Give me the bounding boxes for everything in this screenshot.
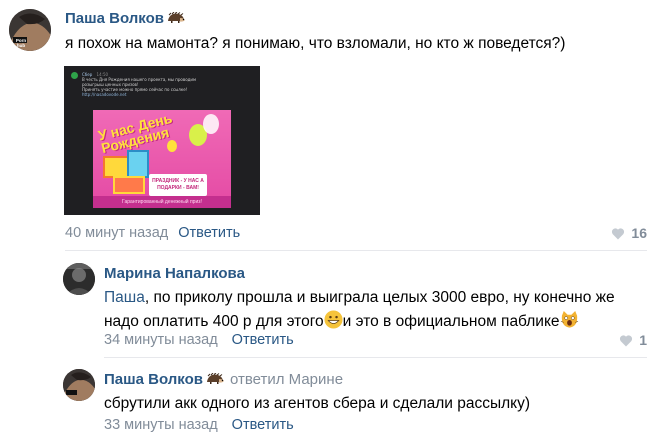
comment-text: я похож на мамонта? я понимаю, что взлом… xyxy=(65,35,566,52)
gift-shape xyxy=(113,176,145,194)
gift-shape xyxy=(127,150,149,178)
avatar-image xyxy=(63,369,95,401)
comment-meta: 40 минут назад Ответить xyxy=(65,225,240,241)
balloon-shape xyxy=(167,140,177,152)
comment-meta: 34 минуты назад Ответить xyxy=(104,332,294,348)
reply-button[interactable]: Ответить xyxy=(232,332,294,348)
author-name[interactable]: Паша Волков xyxy=(104,371,203,388)
like-count: 16 xyxy=(631,225,647,241)
comment-text: Паша, по приколу прошла и выиграла целых… xyxy=(104,286,649,334)
comment-author: Паша Волков ответил Марине xyxy=(104,371,343,388)
author-name[interactable]: Паша Волков xyxy=(65,10,164,27)
avatar[interactable] xyxy=(63,263,95,295)
gift-shape xyxy=(103,156,129,178)
poster-banner: ПРАЗДНИК - У НАС А ПОДАРКИ - ВАМ! xyxy=(149,174,207,196)
screaming-cat-emoji xyxy=(560,311,578,328)
text-part: , по приколу прошла и выиграла целых 300… xyxy=(144,289,615,306)
attached-message-header: Сбер 14:50 В честь Дня Рождения нашего п… xyxy=(71,72,252,97)
like-button[interactable]: 1 xyxy=(619,332,647,348)
promo-poster: У нас День Рождения ПРАЗДНИК - У НАС А П… xyxy=(93,110,231,208)
avatar-badge: Porn hub xyxy=(15,38,27,48)
grinning-emoji xyxy=(324,310,343,329)
heart-icon xyxy=(619,334,633,347)
comment-time[interactable]: 34 минуты назад xyxy=(104,332,218,348)
hedgehog-icon xyxy=(167,12,185,23)
comment-text: сбрутили акк одного из агентов сбера и с… xyxy=(104,395,531,412)
heart-icon xyxy=(611,227,625,240)
like-button[interactable]: 16 xyxy=(611,225,647,241)
poster-footer: Гарантированный денежный приз! xyxy=(93,196,231,208)
avatar-image xyxy=(63,263,95,295)
avatar[interactable] xyxy=(63,369,95,401)
comment-meta: 33 минуты назад Ответить xyxy=(104,417,294,433)
sber-logo-icon xyxy=(71,72,78,79)
hedgehog-icon xyxy=(206,373,224,384)
comment-time[interactable]: 40 минут назад xyxy=(65,225,168,241)
comment-author[interactable]: Паша Волков xyxy=(65,10,185,27)
reply-button[interactable]: Ответить xyxy=(178,225,240,241)
reply-to-link[interactable]: ответил Марине xyxy=(230,371,343,388)
text-part: надо оплатить 400 р для этого xyxy=(104,313,324,330)
reply-button[interactable]: Ответить xyxy=(232,417,294,433)
mention-link[interactable]: Паша xyxy=(104,289,145,306)
divider xyxy=(104,357,647,358)
attached-image[interactable]: Сбер 14:50 В честь Дня Рождения нашего п… xyxy=(64,66,260,215)
attached-url: http://nasadovode.net xyxy=(82,92,127,97)
poster-title: У нас День Рождения xyxy=(96,110,174,157)
divider xyxy=(65,250,647,251)
comment-author[interactable]: Марина Напалкова xyxy=(104,265,245,282)
like-count: 1 xyxy=(639,332,647,348)
comment-time[interactable]: 33 минуты назад xyxy=(104,417,218,433)
avatar[interactable]: Porn hub xyxy=(9,9,51,51)
text-part: и это в официальном паблике xyxy=(342,313,560,330)
